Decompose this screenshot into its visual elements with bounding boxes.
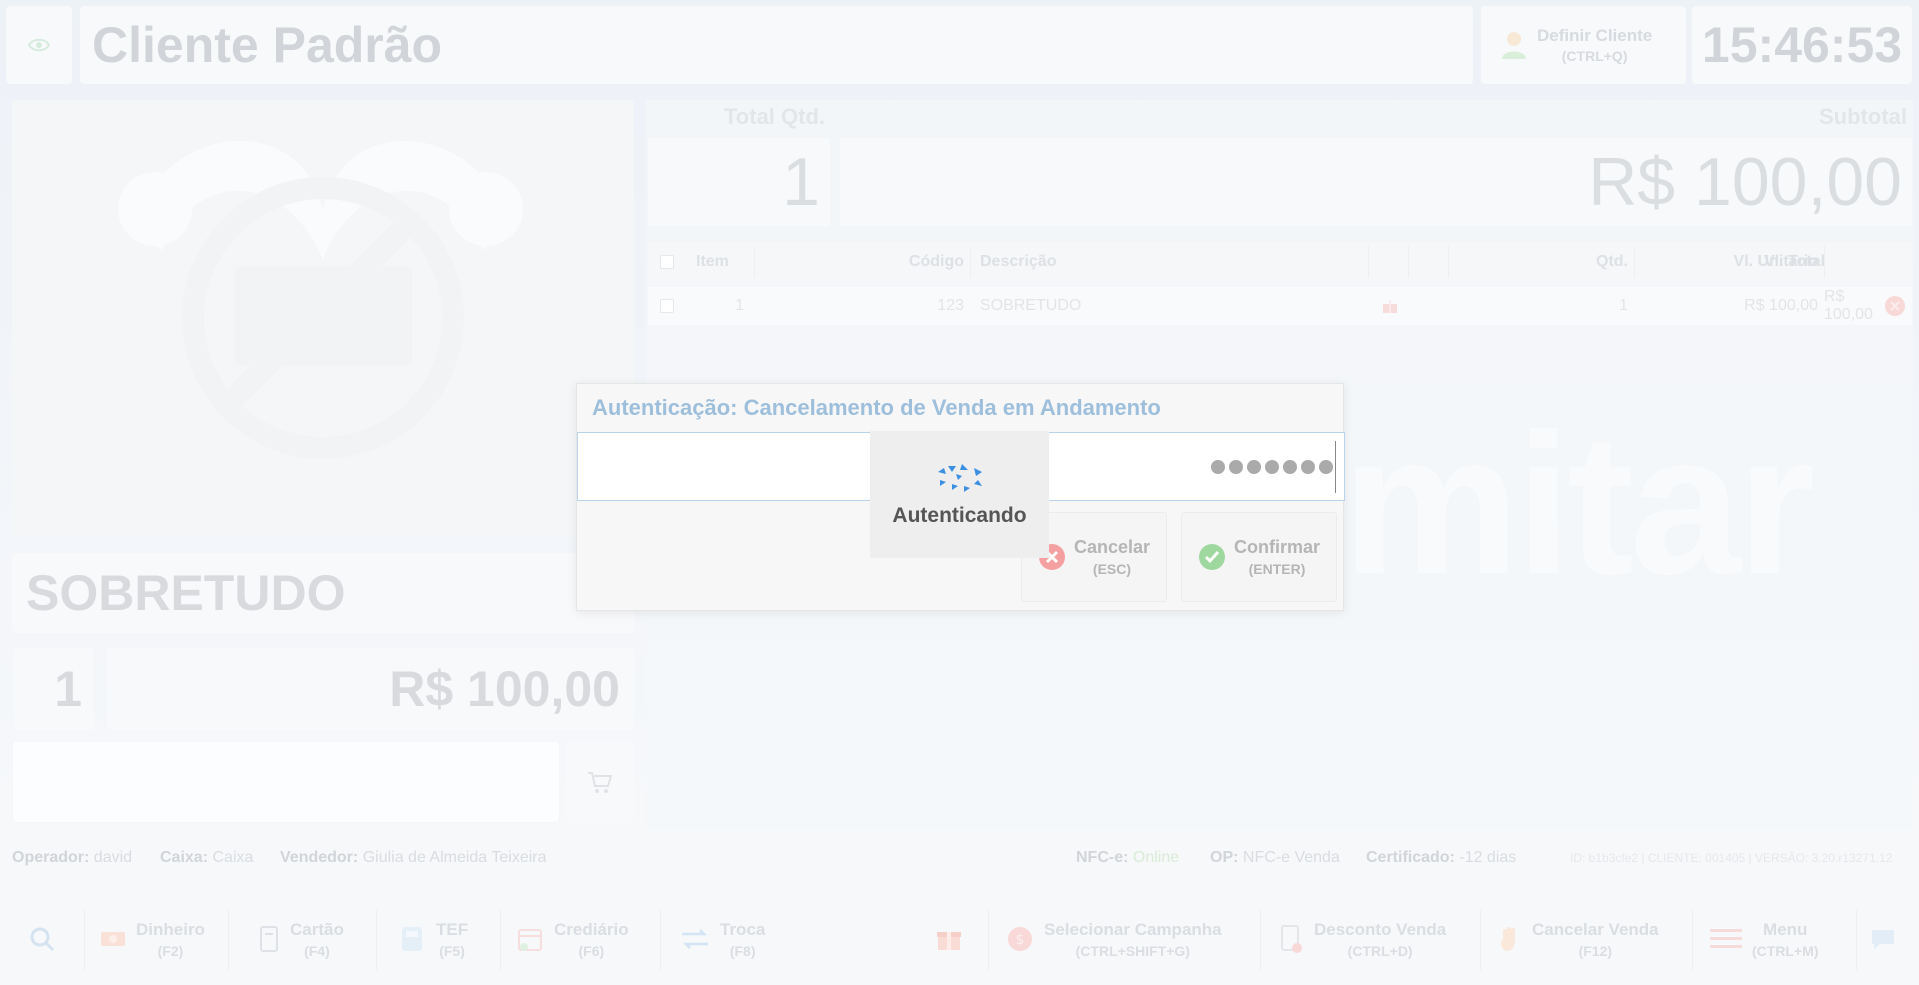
spinner-icon (937, 463, 982, 492)
password-mask (1211, 459, 1333, 474)
confirm-button[interactable]: Confirmar (ENTER) (1181, 512, 1337, 602)
loading-text: Autenticando (892, 503, 1027, 527)
text-caret (1335, 440, 1336, 493)
confirm-label: Confirmar (1233, 537, 1320, 557)
dialog-title: Autenticação: Cancelamento de Venda em A… (592, 395, 1161, 420)
cancel-key: (ESC) (1092, 561, 1132, 577)
authenticating-loader: Autenticando (870, 431, 1049, 558)
confirm-key: (ENTER) (1248, 561, 1306, 577)
pdv-app: Cliente Padrão Definir Cliente (CTRL+Q) … (0, 0, 1919, 985)
confirm-check-icon (1198, 544, 1225, 570)
cancel-label: Cancelar (1073, 537, 1151, 557)
